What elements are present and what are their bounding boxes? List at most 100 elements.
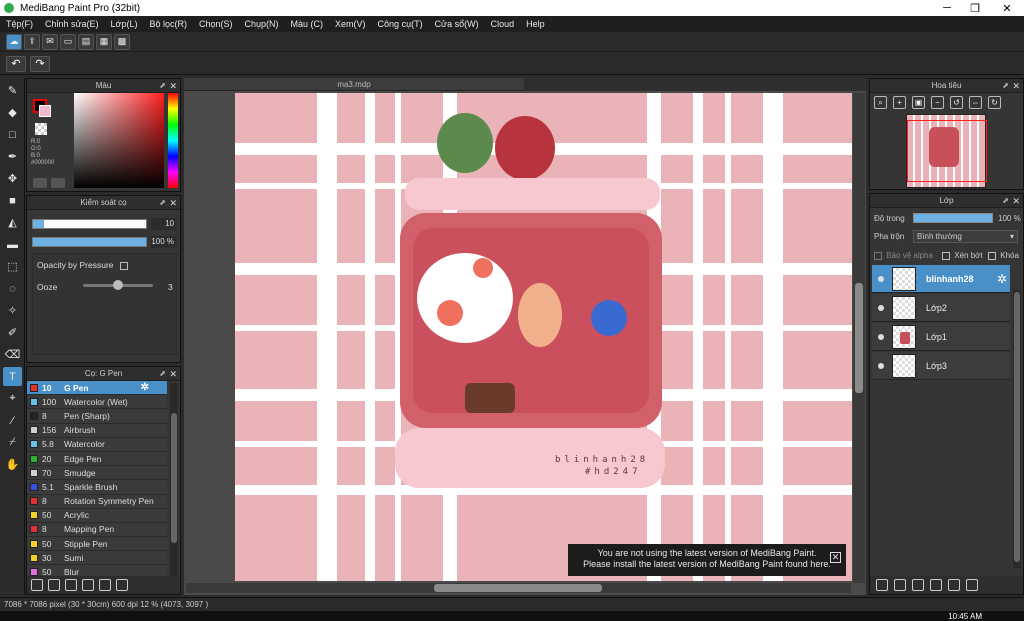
brush-item[interactable]: 10 G Pen ✲ <box>27 381 167 396</box>
page-icon[interactable]: ▤ <box>78 33 94 50</box>
minimize-button[interactable]: ─ <box>932 0 962 16</box>
drawing-canvas[interactable]: blinhanh28 #hd247 <box>235 93 852 581</box>
divide-tool-icon[interactable]: ⁄ <box>3 411 22 430</box>
update-notice[interactable]: You are not using the latest version of … <box>568 544 846 576</box>
menu-filter[interactable]: Bộ lọc(R) <box>149 19 187 29</box>
share-icon[interactable]: ⇪ <box>24 33 40 50</box>
menu-edit[interactable]: Chỉnh sửa(E) <box>45 19 99 29</box>
operation-tool-icon[interactable]: ⌖ <box>3 389 22 408</box>
menu-layer[interactable]: Lớp(L) <box>111 19 138 29</box>
bucket-tool-icon[interactable]: ◭ <box>3 213 22 232</box>
move-tool-icon[interactable]: ✥ <box>3 169 22 188</box>
document-tab[interactable]: ma3.mdp <box>184 78 524 91</box>
shape-tool-icon[interactable]: □ <box>3 125 22 144</box>
undo-icon[interactable]: ↶ <box>6 55 26 72</box>
brush-list-scrollbar[interactable] <box>170 383 178 578</box>
eyedropper-tool-icon[interactable]: ⌿ <box>3 433 22 452</box>
merge-layer-icon[interactable] <box>966 579 978 591</box>
undock-icon[interactable]: ⬈ <box>1002 79 1009 93</box>
brush-item[interactable]: 5.8 Watercolor <box>27 437 167 452</box>
flip-icon[interactable]: ⇔ <box>969 95 982 109</box>
brush-item[interactable]: 156 Airbrush <box>27 423 167 438</box>
menu-capture[interactable]: Chụp(N) <box>245 19 279 29</box>
undock-icon[interactable]: ⬈ <box>1002 194 1009 208</box>
zoom-out-icon[interactable]: − <box>931 95 944 109</box>
layer-item[interactable]: Lớp2 <box>872 294 1010 322</box>
lock-checkbox[interactable] <box>988 251 996 260</box>
close-button[interactable]: ✕ <box>992 0 1022 16</box>
gradient-tool-icon[interactable]: ▬ <box>3 235 22 254</box>
panel-close-icon[interactable]: ✕ <box>169 367 177 381</box>
brush-opacity-slider[interactable]: 100 % <box>32 236 177 248</box>
menu-tools[interactable]: Công cụ(T) <box>378 19 423 29</box>
brush-item[interactable]: 50 Stipple Pen <box>27 537 167 552</box>
panel-close-icon[interactable]: ✕ <box>1012 79 1020 93</box>
grid-icon[interactable]: ▩ <box>114 33 130 50</box>
brush-folder-icon[interactable] <box>82 579 94 591</box>
undock-icon[interactable]: ⬈ <box>159 79 166 93</box>
select-rect-tool-icon[interactable]: ⬚ <box>3 257 22 276</box>
protect-alpha-checkbox[interactable] <box>874 251 882 260</box>
color-add-button[interactable] <box>51 178 65 188</box>
menu-help[interactable]: Help <box>526 19 545 29</box>
brush-item[interactable]: 8 Pen (Sharp) <box>27 409 167 424</box>
text-tool-icon[interactable]: T <box>3 367 22 386</box>
delete-brush-icon[interactable] <box>116 579 128 591</box>
layer-item[interactable]: Lớp3 <box>872 352 1010 380</box>
notice-close-icon[interactable]: ✕ <box>830 552 841 563</box>
background-color-swatch[interactable] <box>39 105 51 117</box>
layer-folder-icon[interactable] <box>948 579 960 591</box>
layer-item[interactable]: Lớp1 <box>872 323 1010 351</box>
layer-item[interactable]: blinhanh28 ✲ <box>872 265 1010 293</box>
panel-close-icon[interactable]: ✕ <box>1012 194 1020 208</box>
fit-icon[interactable]: ▣ <box>912 95 925 109</box>
ooze-slider[interactable] <box>83 280 153 290</box>
layer-list-scrollbar[interactable] <box>1013 290 1021 568</box>
menu-color[interactable]: Màu (C) <box>291 19 324 29</box>
dot-tool-icon[interactable]: ✒ <box>3 147 22 166</box>
fill-rect-tool-icon[interactable]: ■ <box>3 191 22 210</box>
transparent-color-swatch[interactable] <box>35 123 47 135</box>
brush-item[interactable]: 70 Smudge <box>27 466 167 481</box>
brush-properties-icon[interactable] <box>65 579 77 591</box>
brush-size-slider[interactable]: 10 <box>32 218 177 230</box>
maximize-button[interactable]: ❐ <box>960 0 990 16</box>
menu-view[interactable]: Xem(V) <box>335 19 366 29</box>
gear-icon[interactable]: ✲ <box>141 382 149 393</box>
brush-item[interactable]: 8 Mapping Pen <box>27 522 167 538</box>
zoom-icon[interactable]: ⌕ <box>874 95 887 109</box>
new-layer-icon[interactable] <box>876 579 888 591</box>
lasso-tool-icon[interactable]: ◌ <box>3 279 22 298</box>
hue-slider[interactable] <box>168 93 178 188</box>
eye-icon[interactable] <box>878 362 884 369</box>
panel-icon[interactable]: ▦ <box>96 33 112 50</box>
duplicate-brush-icon[interactable] <box>99 579 111 591</box>
opacity-pressure-checkbox[interactable] <box>119 261 128 270</box>
brush-item[interactable]: 100 Watercolor (Wet) <box>27 395 167 410</box>
gear-icon[interactable]: ✲ <box>997 272 1007 286</box>
new-8bit-layer-icon[interactable] <box>912 579 924 591</box>
ooze-slider-knob[interactable] <box>113 280 123 290</box>
add-brush-icon[interactable] <box>31 579 43 591</box>
canvas-vertical-scrollbar[interactable] <box>853 93 865 583</box>
select-eraser-tool-icon[interactable]: ⌫ <box>3 345 22 364</box>
blend-mode-select[interactable]: Bình thường ▾ <box>913 230 1018 243</box>
canvas-horizontal-scrollbar[interactable] <box>186 583 851 593</box>
brush-item[interactable]: 50 Acrylic <box>27 508 167 523</box>
chat-icon[interactable]: ▭ <box>60 33 76 50</box>
rotate-right-icon[interactable]: ↻ <box>988 95 1001 109</box>
brush-item[interactable]: 20 Edge Pen <box>27 451 167 467</box>
select-pen-tool-icon[interactable]: ✐ <box>3 323 22 342</box>
brush-item[interactable]: 5.1 Sparkle Brush <box>27 480 167 495</box>
zoom-in-icon[interactable]: + <box>893 95 906 109</box>
cloud-icon[interactable]: ☁ <box>6 33 22 50</box>
navigator-thumbnail[interactable] <box>906 114 987 188</box>
layer-opacity-slider[interactable] <box>913 213 993 223</box>
clipping-checkbox[interactable] <box>942 251 950 260</box>
menu-select[interactable]: Chọn(S) <box>199 19 233 29</box>
brush-size-value[interactable]: 10 <box>151 218 177 230</box>
eraser-tool-icon[interactable]: ◆ <box>3 103 22 122</box>
rotate-left-icon[interactable]: ↺ <box>950 95 963 109</box>
viewport-rectangle[interactable] <box>907 120 987 182</box>
hand-tool-icon[interactable]: ✋ <box>3 455 22 474</box>
